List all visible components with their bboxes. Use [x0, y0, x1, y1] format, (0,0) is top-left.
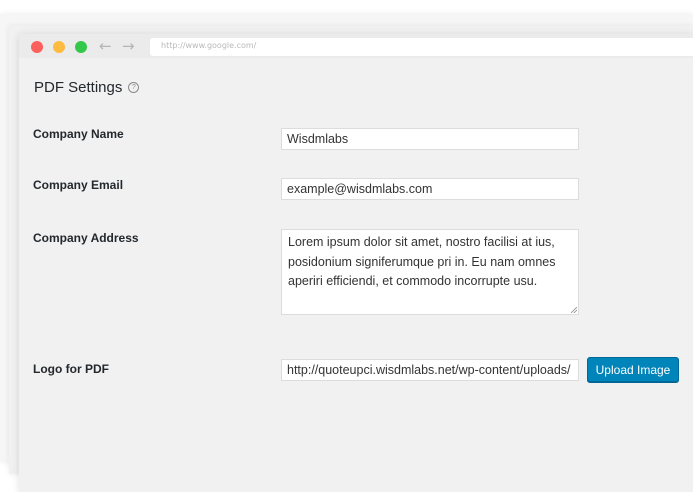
close-window-button[interactable] [31, 41, 43, 53]
company-address-label: Company Address [33, 231, 139, 245]
help-icon[interactable]: ? [128, 82, 140, 93]
browser-window: ← → http://www.google.com/ PDF Settings … [19, 34, 693, 492]
page-title-text: PDF Settings [34, 79, 123, 96]
logo-url-input[interactable]: http://quoteupci.wisdmlabs.net/wp-conten… [281, 359, 579, 381]
company-address-textarea[interactable]: Lorem ipsum dolor sit amet, nostro facil… [281, 229, 579, 315]
minimize-window-button[interactable] [53, 41, 65, 53]
maximize-window-button[interactable] [75, 41, 87, 53]
company-name-label: Company Name [33, 127, 124, 141]
page-title: PDF Settings ? [34, 79, 140, 96]
address-bar[interactable]: http://www.google.com/ [150, 38, 693, 56]
logo-label: Logo for PDF [33, 362, 109, 376]
company-email-label: Company Email [33, 178, 124, 192]
browser-titlebar: ← → http://www.google.com/ [19, 34, 693, 58]
company-name-input[interactable]: Wisdmlabs [281, 128, 579, 150]
resize-handle-icon[interactable] [571, 307, 577, 313]
address-bar-url: http://www.google.com/ [161, 41, 257, 50]
company-address-text: Lorem ipsum dolor sit amet, nostro facil… [288, 235, 556, 288]
back-arrow-icon[interactable]: ← [99, 37, 112, 55]
forward-arrow-icon[interactable]: → [122, 37, 135, 55]
upload-image-button[interactable]: Upload Image [587, 357, 679, 382]
settings-panel: PDF Settings ? Company Name Wisdmlabs Co… [19, 58, 693, 492]
company-email-input[interactable]: example@wisdmlabs.com [281, 178, 579, 200]
